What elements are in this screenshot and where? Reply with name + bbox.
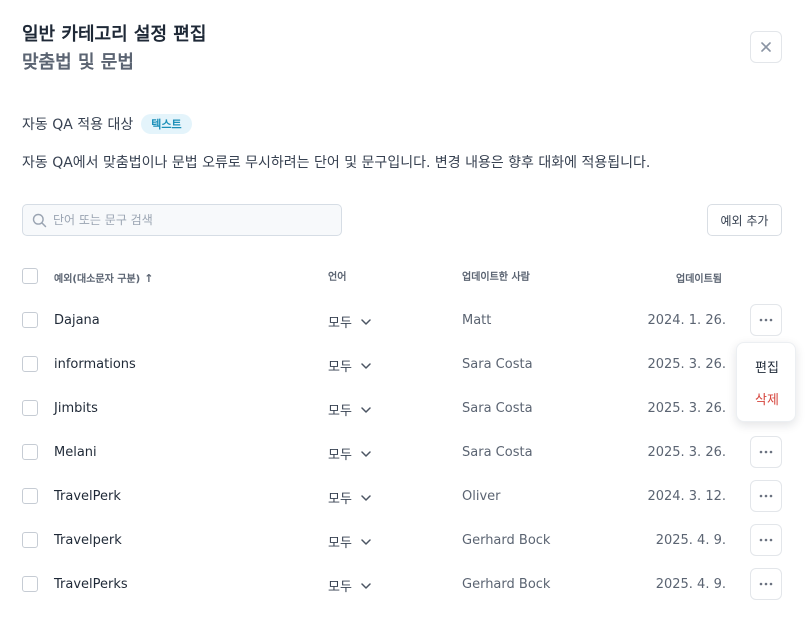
column-header-updated: 업데이트됨: [676, 274, 722, 285]
language-value: 모두: [328, 536, 352, 551]
chevron-down-icon: [361, 406, 371, 413]
language-select[interactable]: 모두: [328, 444, 371, 463]
table-row: Dajana 모두 Matt 2024. 1. 26.: [0, 300, 805, 344]
menu-item-edit[interactable]: 편집: [737, 357, 797, 376]
exception-word: Melani: [54, 445, 97, 460]
row-checkbox[interactable]: [22, 532, 38, 548]
updated-by: Oliver: [462, 489, 501, 504]
sort-ascending-icon: ↑: [144, 272, 154, 285]
column-exception-label: 예외(대소문자 구분): [54, 274, 141, 285]
language-select[interactable]: 모두: [328, 576, 371, 595]
edit-category-settings-dialog: 일반 카테고리 설정 편집 맞춤법 및 문법 자동 QA 적용 대상 텍스트 자…: [0, 0, 805, 631]
auto-qa-target: 자동 QA 적용 대상 텍스트: [22, 114, 192, 134]
dialog-subtitle: 맞춤법 및 문법: [22, 52, 134, 73]
updated-by: Gerhard Bock: [462, 533, 551, 548]
exception-word: TravelPerks: [54, 577, 128, 592]
updated-date: 2025. 3. 26.: [647, 401, 726, 416]
text-badge: 텍스트: [141, 114, 192, 134]
row-checkbox[interactable]: [22, 312, 38, 328]
row-checkbox[interactable]: [22, 444, 38, 460]
language-value: 모두: [328, 360, 352, 375]
table-row: informations 모두 Sara Costa 2025. 3. 26.: [0, 344, 805, 388]
row-checkbox[interactable]: [22, 576, 38, 592]
chevron-down-icon: [361, 362, 371, 369]
menu-item-delete[interactable]: 삭제: [737, 389, 797, 408]
auto-qa-label: 자동 QA 적용 대상: [22, 117, 134, 133]
more-actions-button[interactable]: [750, 436, 782, 468]
updated-by: Sara Costa: [462, 401, 533, 416]
updated-date: 2025. 3. 26.: [647, 357, 726, 372]
language-value: 모두: [328, 404, 352, 419]
exception-word: Jimbits: [54, 401, 98, 416]
updated-date: 2025. 3. 26.: [647, 445, 726, 460]
more-horizontal-icon: [759, 538, 773, 542]
close-icon: [761, 42, 771, 52]
table-row: Melani 모두 Sara Costa 2025. 3. 26.: [0, 432, 805, 476]
more-horizontal-icon: [759, 494, 773, 498]
more-horizontal-icon: [759, 318, 773, 322]
table-row: Travelperk 모두 Gerhard Bock 2025. 4. 9.: [0, 520, 805, 564]
updated-date: 2025. 4. 9.: [655, 577, 726, 592]
table-row: Jimbits 모두 Sara Costa 2025. 3. 26.: [0, 388, 805, 432]
chevron-down-icon: [361, 318, 371, 325]
row-checkbox[interactable]: [22, 356, 38, 372]
table-row: TravelPerks 모두 Gerhard Bock 2025. 4. 9.: [0, 564, 805, 608]
exception-word: TravelPerk: [54, 489, 121, 504]
search-input[interactable]: [53, 213, 323, 227]
chevron-down-icon: [361, 450, 371, 457]
search-icon: [32, 213, 47, 227]
row-actions-menu: 편집 삭제: [736, 342, 796, 422]
language-value: 모두: [328, 448, 352, 463]
table-row: TravelPerk 모두 Oliver 2024. 3. 12.: [0, 476, 805, 520]
chevron-down-icon: [361, 538, 371, 545]
column-header-exception[interactable]: 예외(대소문자 구분) ↑: [54, 270, 153, 285]
language-select[interactable]: 모두: [328, 356, 371, 375]
updated-by: Sara Costa: [462, 445, 533, 460]
close-button[interactable]: [750, 31, 782, 63]
language-select[interactable]: 모두: [328, 312, 371, 331]
more-actions-button[interactable]: [750, 568, 782, 600]
more-actions-button[interactable]: [750, 304, 782, 336]
updated-by: Sara Costa: [462, 357, 533, 372]
more-horizontal-icon: [759, 582, 773, 586]
exception-word: informations: [54, 357, 136, 372]
chevron-down-icon: [361, 494, 371, 501]
updated-by: Matt: [462, 313, 492, 328]
description-text: 자동 QA에서 맞춤법이나 문법 오류로 무시하려는 단어 및 문구입니다. 변…: [22, 155, 651, 171]
language-select[interactable]: 모두: [328, 400, 371, 419]
more-actions-button[interactable]: [750, 524, 782, 556]
add-exception-button[interactable]: 예외 추가: [707, 204, 782, 236]
search-box[interactable]: [22, 204, 342, 236]
updated-date: 2025. 4. 9.: [655, 533, 726, 548]
updated-by: Gerhard Bock: [462, 577, 551, 592]
select-all-checkbox[interactable]: [22, 268, 38, 284]
exception-word: Travelperk: [54, 533, 122, 548]
language-value: 모두: [328, 316, 352, 331]
exception-word: Dajana: [54, 313, 100, 328]
row-checkbox[interactable]: [22, 400, 38, 416]
language-select[interactable]: 모두: [328, 532, 371, 551]
dialog-title: 일반 카테고리 설정 편집: [22, 24, 207, 45]
chevron-down-icon: [361, 582, 371, 589]
language-value: 모두: [328, 580, 352, 595]
language-select[interactable]: 모두: [328, 488, 371, 507]
column-header-language: 언어: [328, 272, 347, 283]
more-horizontal-icon: [759, 450, 773, 454]
language-value: 모두: [328, 492, 352, 507]
updated-date: 2024. 1. 26.: [647, 313, 726, 328]
updated-date: 2024. 3. 12.: [647, 489, 726, 504]
column-header-updated-by: 업데이트한 사람: [462, 272, 530, 283]
more-actions-button[interactable]: [750, 480, 782, 512]
row-checkbox[interactable]: [22, 488, 38, 504]
